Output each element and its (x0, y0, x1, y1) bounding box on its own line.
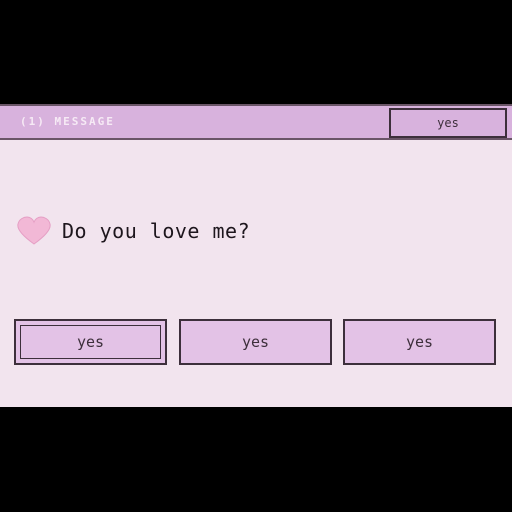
window-title: (1) MESSAGE (20, 115, 115, 128)
window-titlebar[interactable]: (1) MESSAGE yes (0, 106, 512, 140)
titlebar-yes-button-label: yes (437, 116, 459, 130)
heart-icon (17, 216, 51, 245)
yes-button-1[interactable]: yes (14, 319, 167, 365)
yes-button-2[interactable]: yes (179, 319, 332, 365)
message-row: Do you love me? (16, 216, 250, 246)
message-window: (1) MESSAGE yes Do you love me? yes yes … (0, 104, 512, 407)
yes-button-1-label: yes (76, 333, 105, 351)
yes-button-2-label: yes (241, 333, 270, 351)
titlebar-yes-button[interactable]: yes (389, 108, 507, 138)
yes-button-3[interactable]: yes (343, 319, 496, 365)
message-text: Do you love me? (62, 219, 251, 243)
yes-button-3-label: yes (405, 333, 434, 351)
